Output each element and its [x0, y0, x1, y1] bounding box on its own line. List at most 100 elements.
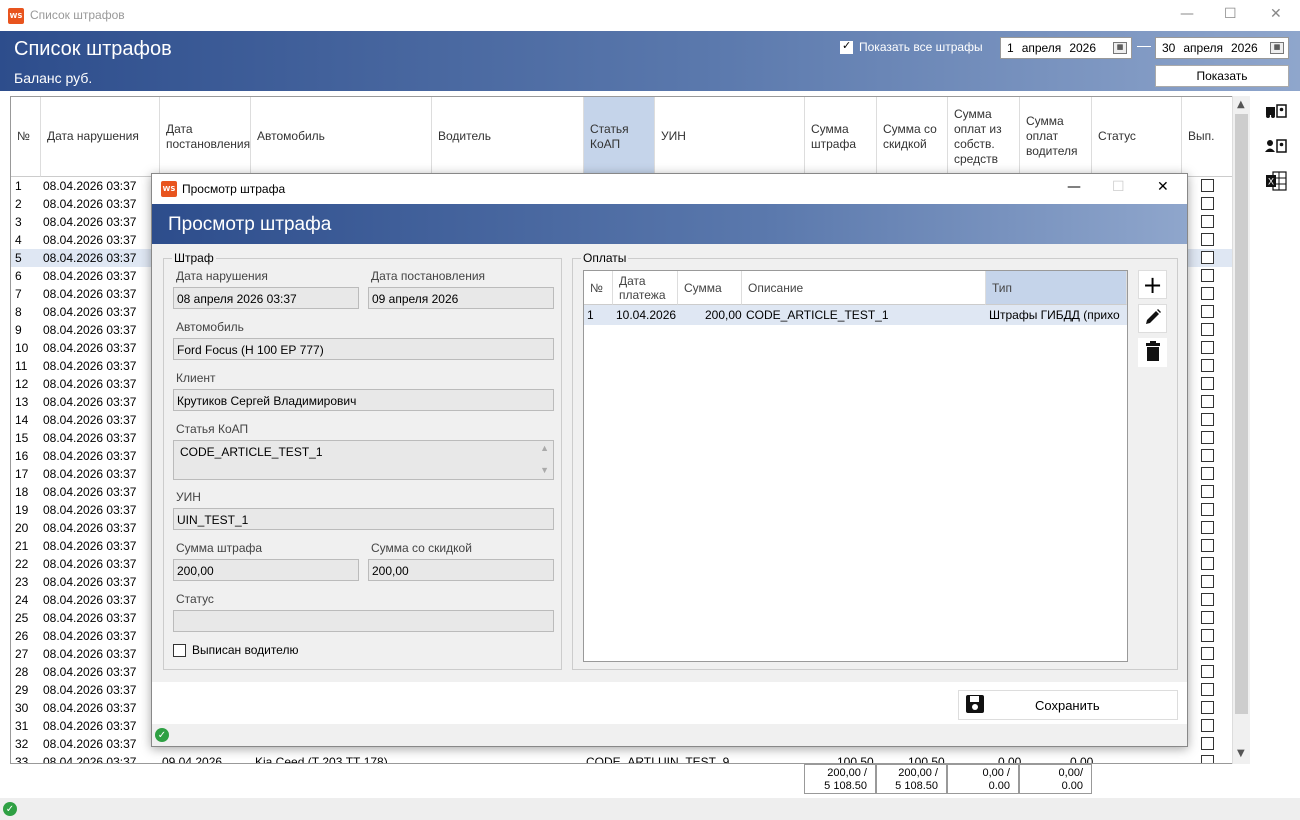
row-checkbox[interactable]: [1201, 503, 1214, 516]
maximize-icon[interactable]: ☐: [1224, 6, 1237, 22]
row-checkbox[interactable]: [1201, 305, 1214, 318]
excel-export-icon[interactable]: X: [1262, 168, 1290, 194]
date-from-picker[interactable]: 1 апреля 2026 ▦: [1000, 37, 1132, 59]
row-checkbox[interactable]: [1201, 467, 1214, 480]
col-header[interactable]: №: [11, 97, 41, 177]
row-checkbox[interactable]: [1201, 557, 1214, 570]
row-checkbox[interactable]: [1201, 233, 1214, 246]
row-checkbox[interactable]: [1201, 431, 1214, 444]
delete-payment-button[interactable]: [1138, 338, 1167, 367]
scroll-down-icon[interactable]: ▼: [1237, 748, 1245, 759]
fine-sum-field[interactable]: 200,00: [173, 559, 359, 581]
close-icon[interactable]: ✕: [1157, 179, 1169, 195]
payment-row[interactable]: 1 10.04.2026 200,00 CODE_ARTICLE_TEST_1 …: [584, 305, 1127, 325]
row-checkbox[interactable]: [1201, 251, 1214, 264]
row-checkbox[interactable]: [1201, 521, 1214, 534]
cell-discount: 100,50: [908, 755, 945, 764]
col-header[interactable]: Сумма оплат из собств. средств: [948, 97, 1020, 177]
row-checkbox[interactable]: [1201, 377, 1214, 390]
row-checkbox[interactable]: [1201, 629, 1214, 642]
date-from-day: 1: [1007, 41, 1014, 55]
date-to-picker[interactable]: 30 апреля 2026 ▦: [1155, 37, 1289, 59]
col-header[interactable]: Сумма штрафа: [805, 97, 877, 177]
payments-col-header[interactable]: Описание: [742, 271, 986, 305]
uin-field[interactable]: UIN_TEST_1: [173, 508, 554, 530]
col-header[interactable]: Водитель: [432, 97, 584, 177]
violation-date-label: Дата нарушения: [176, 269, 268, 283]
row-checkbox[interactable]: [1201, 449, 1214, 462]
table-row[interactable]: 33 08.04.2026 03:37 09.04.2026 Kia Ceed (Т …: [11, 753, 1233, 764]
car-card-icon[interactable]: [1262, 98, 1290, 124]
col-header[interactable]: Дата нарушения: [41, 97, 160, 177]
client-field[interactable]: Крутиков Сергей Владимирович: [173, 389, 554, 411]
row-checkbox[interactable]: [1201, 179, 1214, 192]
page-title: Список штрафов: [14, 38, 172, 60]
row-checkbox[interactable]: [1201, 755, 1214, 763]
show-button[interactable]: Показать: [1155, 65, 1289, 87]
driver-card-icon[interactable]: [1262, 133, 1290, 159]
payments-table[interactable]: № Дата платежа Сумма Описание Тип 1 10.0…: [583, 270, 1128, 662]
row-checkbox[interactable]: [1201, 395, 1214, 408]
col-header[interactable]: Статус: [1092, 97, 1182, 177]
edit-payment-button[interactable]: [1138, 304, 1167, 333]
row-checkbox[interactable]: [1201, 269, 1214, 282]
grid-scrollbar[interactable]: ▲ ▼: [1232, 96, 1250, 764]
article-field[interactable]: CODE_ARTICLE_TEST_1 ▲ ▼: [173, 440, 554, 480]
car-field[interactable]: Ford Focus (Н 100 ЕР 777): [173, 338, 554, 360]
payments-col-header[interactable]: Дата платежа: [613, 271, 678, 305]
row-checkbox[interactable]: [1201, 737, 1214, 750]
row-checkbox[interactable]: [1201, 683, 1214, 696]
show-all-checkbox[interactable]: [840, 39, 853, 54]
row-checkbox[interactable]: [1201, 611, 1214, 624]
row-checkbox[interactable]: [1201, 647, 1214, 660]
row-checkbox[interactable]: [1201, 413, 1214, 426]
row-checkbox[interactable]: [1201, 575, 1214, 588]
col-header[interactable]: Автомобиль: [251, 97, 432, 177]
discount-sum-field[interactable]: 200,00: [368, 559, 554, 581]
row-checkbox[interactable]: [1201, 215, 1214, 228]
row-checkbox[interactable]: [1201, 287, 1214, 300]
row-checkbox[interactable]: [1201, 701, 1214, 714]
window-titlebar: WS Список штрафов — ☐ ✕: [0, 0, 1300, 31]
col-header[interactable]: УИН: [655, 97, 805, 177]
row-checkbox[interactable]: [1201, 539, 1214, 552]
calendar-icon[interactable]: ▦: [1270, 42, 1284, 54]
show-all-toggle[interactable]: Показать все штрафы: [840, 39, 983, 54]
scroll-up-icon[interactable]: ▲: [1237, 99, 1245, 110]
decree-date-field[interactable]: 09 апреля 2026: [368, 287, 554, 309]
col-header[interactable]: Вып.: [1182, 97, 1233, 177]
status-field[interactable]: [173, 610, 554, 632]
col-header[interactable]: Статья КоАП: [584, 97, 655, 177]
minimize-icon[interactable]: —: [1067, 179, 1081, 195]
row-checkbox[interactable]: [1201, 341, 1214, 354]
maximize-icon: ☐: [1112, 179, 1125, 195]
driver-issued-checkbox[interactable]: [173, 643, 186, 657]
row-checkbox[interactable]: [1201, 719, 1214, 732]
close-icon[interactable]: ✕: [1270, 6, 1282, 22]
scroll-up-icon[interactable]: ▲: [540, 443, 549, 453]
row-checkbox[interactable]: [1201, 593, 1214, 606]
calendar-icon[interactable]: ▦: [1113, 42, 1127, 54]
col-header[interactable]: Сумма со скидкой: [877, 97, 948, 177]
scroll-down-icon[interactable]: ▼: [540, 465, 549, 475]
payments-col-header[interactable]: Сумма: [678, 271, 742, 305]
col-header[interactable]: Сумма оплат водителя: [1020, 97, 1092, 177]
add-payment-button[interactable]: +: [1138, 270, 1167, 299]
minimize-icon[interactable]: —: [1180, 6, 1194, 22]
row-checkbox[interactable]: [1201, 485, 1214, 498]
row-checkbox[interactable]: [1201, 197, 1214, 210]
scroll-thumb[interactable]: [1235, 114, 1248, 714]
row-checkbox[interactable]: [1201, 323, 1214, 336]
payments-col-header[interactable]: №: [584, 271, 613, 305]
row-checkbox[interactable]: [1201, 665, 1214, 678]
total-own-value: 0,00 / 0.00: [982, 767, 1010, 792]
payments-col-header[interactable]: Тип: [986, 271, 1127, 305]
date-to-month: апреля: [1183, 41, 1223, 55]
cell-date: 08.04.2026 03:37: [43, 539, 137, 553]
row-checkbox[interactable]: [1201, 359, 1214, 372]
save-button[interactable]: Сохранить: [958, 690, 1178, 720]
driver-issued-toggle[interactable]: Выписан водителю: [173, 643, 298, 657]
violation-date-field[interactable]: 08 апреля 2026 03:37: [173, 287, 359, 309]
col-header[interactable]: Дата постановления: [160, 97, 251, 177]
total-own: 0,00 / 0.00: [947, 764, 1019, 794]
